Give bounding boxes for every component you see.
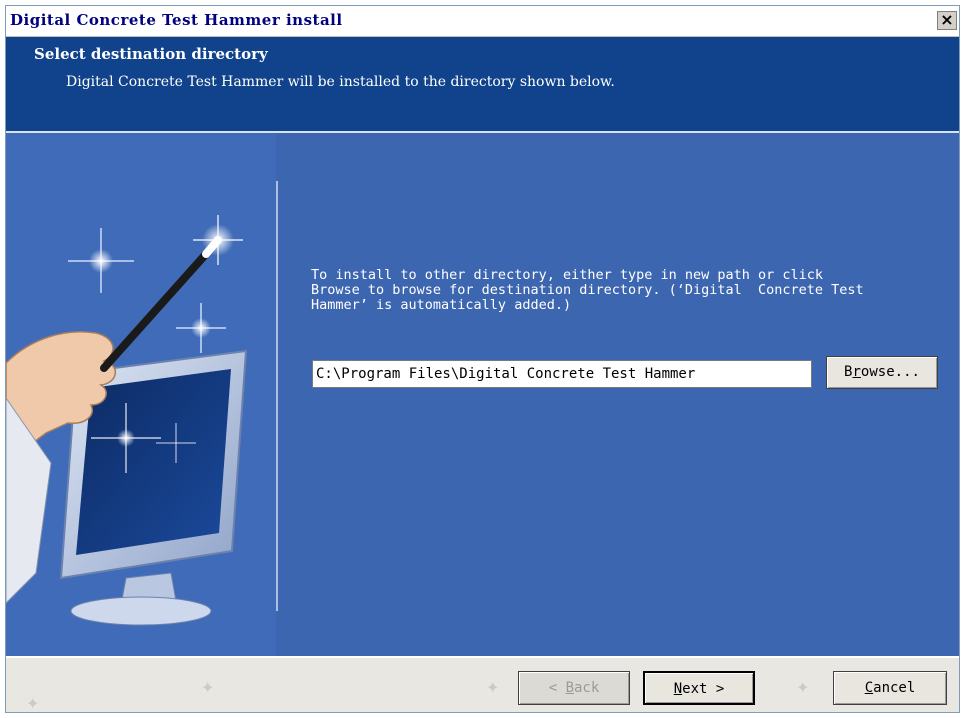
installer-window: Digital Concrete Test Hammer install × S… bbox=[5, 5, 960, 713]
back-button[interactable]: < Back bbox=[518, 671, 630, 705]
browse-label-post: owse... bbox=[860, 364, 920, 380]
back-accel-key: B bbox=[565, 680, 574, 696]
watermark: ✦ bbox=[26, 694, 40, 713]
browse-button[interactable]: Browse... bbox=[826, 356, 938, 389]
instruction-line: Browse to browse for destination directo… bbox=[311, 282, 864, 298]
wizard-footer: ✦ ✦ ✦ ✦ < Back Next > Cancel bbox=[6, 656, 959, 713]
browse-accel-key: r bbox=[852, 364, 861, 380]
page-subtitle: Digital Concrete Test Hammer will be ins… bbox=[66, 74, 615, 90]
next-label-post: ext > bbox=[682, 681, 725, 697]
instruction-text: To install to other directory, either ty… bbox=[311, 268, 951, 313]
wizard-illustration bbox=[6, 133, 276, 656]
back-label-post: ack bbox=[574, 680, 600, 696]
instruction-line: To install to other directory, either ty… bbox=[311, 267, 824, 283]
destination-path-input[interactable]: C:\Program Files\Digital Concrete Test H… bbox=[312, 360, 812, 388]
watermark: ✦ bbox=[201, 678, 215, 697]
wizard-header: Select destination directory Digital Con… bbox=[6, 37, 959, 131]
title-bar: Digital Concrete Test Hammer install × bbox=[6, 6, 959, 37]
cancel-button[interactable]: Cancel bbox=[833, 671, 947, 705]
watermark: ✦ bbox=[796, 678, 810, 697]
magic-wand-monitor-illustration bbox=[6, 133, 276, 656]
close-button[interactable]: × bbox=[937, 11, 957, 30]
next-button[interactable]: Next > bbox=[643, 671, 755, 705]
page-title: Select destination directory bbox=[34, 45, 268, 63]
cancel-accel-key: C bbox=[864, 680, 874, 696]
window-title: Digital Concrete Test Hammer install bbox=[10, 11, 343, 29]
close-icon: × bbox=[940, 10, 954, 29]
cancel-label-post: ancel bbox=[873, 680, 916, 696]
watermark: ✦ bbox=[486, 678, 500, 697]
back-label-pre: < bbox=[548, 680, 566, 696]
panel-divider bbox=[276, 181, 278, 611]
next-accel-key: N bbox=[673, 681, 683, 697]
instruction-line: Hammer’ is automatically added.) bbox=[311, 297, 572, 313]
